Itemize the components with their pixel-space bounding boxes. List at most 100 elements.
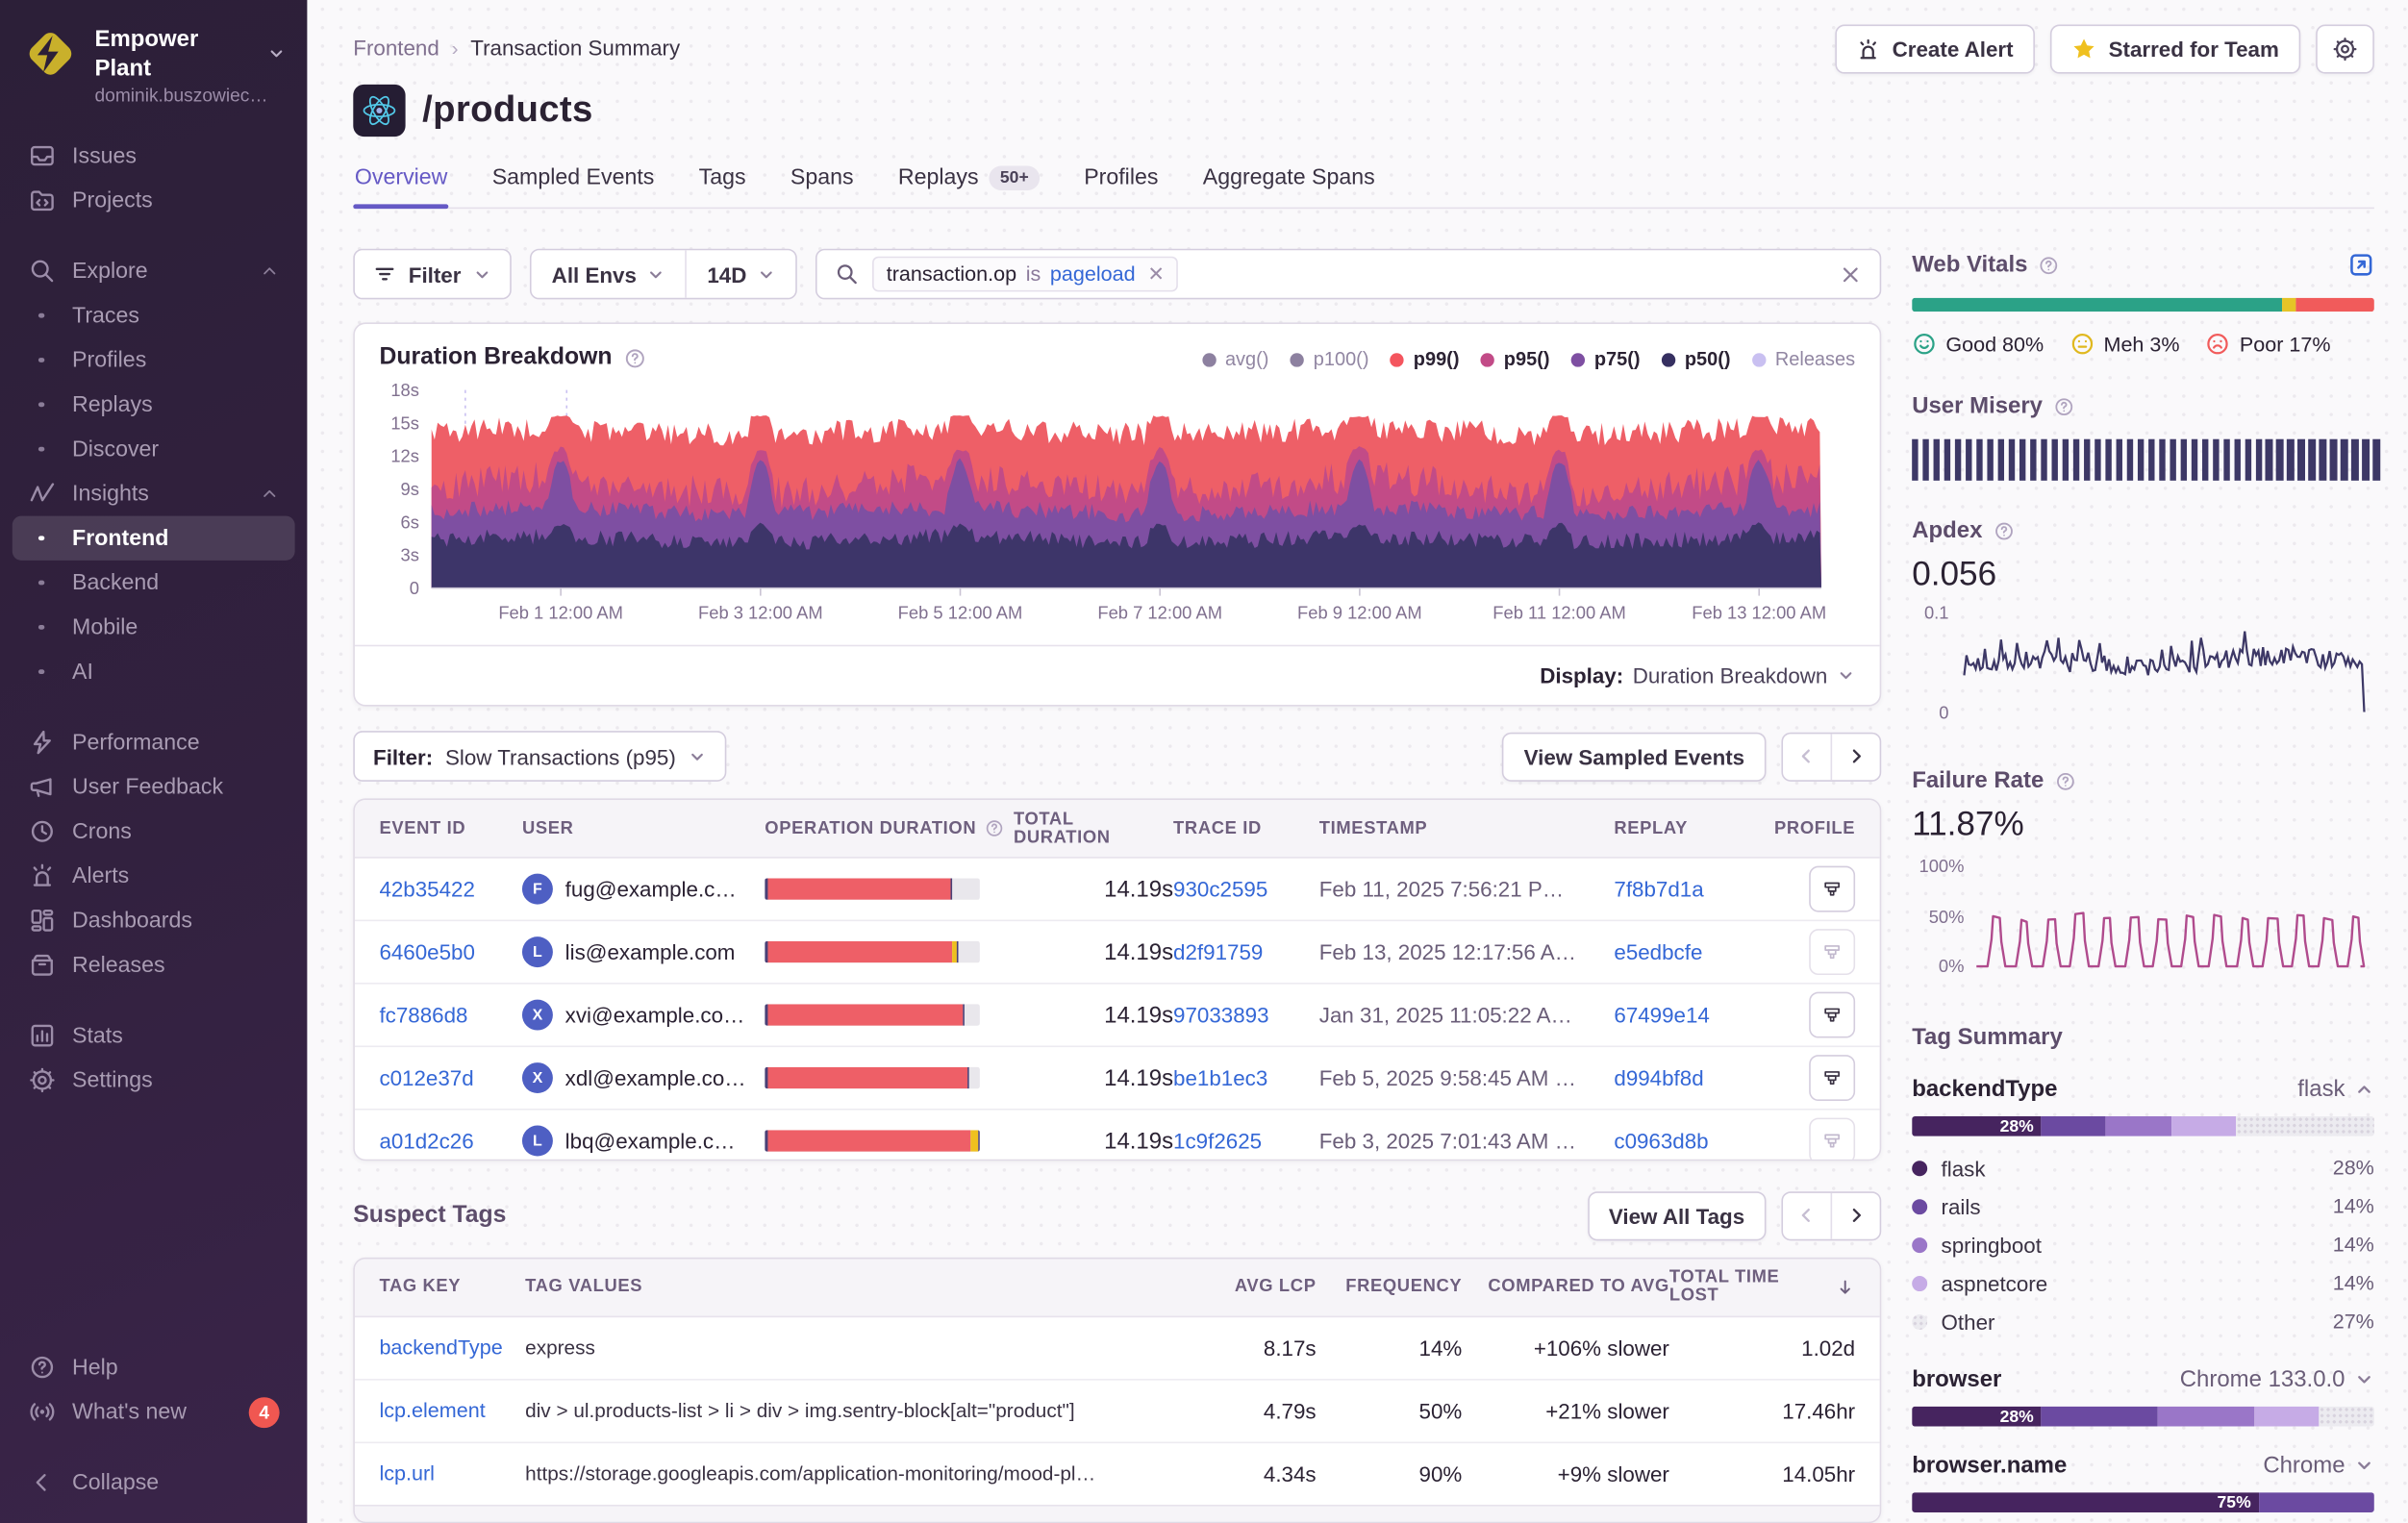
sidebar-item-user-feedback[interactable]: User Feedback [13,764,295,809]
legend-item-avg[interactable]: avg() [1202,349,1268,370]
tab-profiles[interactable]: Profiles [1083,160,1160,208]
column-header-timestamp[interactable]: TIMESTAMP [1319,819,1615,837]
sidebar-item-help[interactable]: Help [13,1345,295,1389]
tag-selected-value[interactable]: flask [2297,1076,2374,1102]
sidebar-item-stats[interactable]: Stats [13,1013,295,1058]
legend-item-p75[interactable]: p75() [1571,349,1641,370]
column-header-tag-values[interactable]: TAG VALUES [525,1278,1186,1296]
sidebar-item-mobile[interactable]: Mobile [13,605,295,649]
sidebar-item-backend[interactable]: Backend [13,561,295,605]
tag-key-link[interactable]: lcp.element [379,1399,525,1422]
org-switcher[interactable]: Empower Plant dominik.buszowiec… [0,21,307,114]
sidebar-item-explore[interactable]: Explore [13,249,295,293]
operation-duration-bar[interactable] [765,1004,980,1025]
legend-item-Releases[interactable]: Releases [1752,349,1855,370]
profile-button[interactable] [1809,1055,1855,1101]
search-input[interactable]: transaction.op is pageload ✕ [815,249,1881,300]
column-header-tag-key[interactable]: TAG KEY [379,1278,525,1296]
column-header-event-id[interactable]: EVENT ID [379,819,522,837]
sidebar-item-crons[interactable]: Crons [13,810,295,854]
sidebar-item-traces[interactable]: Traces [13,293,295,337]
sidebar-item-collapse[interactable]: Collapse [13,1461,295,1505]
help-circle-icon[interactable] [2039,254,2060,275]
operation-duration-bar[interactable] [765,1130,980,1151]
sidebar-item-whats-new[interactable]: What's new4 [13,1389,295,1434]
events-filter-button[interactable]: Filter: Slow Transactions (p95) [353,731,726,782]
breadcrumb-frontend[interactable]: Frontend [353,36,439,61]
column-header-avg-lcp[interactable]: AVG LCP [1235,1278,1317,1296]
tab-overview[interactable]: Overview [353,160,449,208]
column-header-compared-to-avg[interactable]: COMPARED TO AVG [1488,1278,1668,1296]
sidebar-item-ai[interactable]: AI [13,650,295,694]
replay-link[interactable]: 67499e14 [1614,1003,1749,1028]
column-header-trace-id[interactable]: TRACE ID [1173,819,1319,837]
help-circle-icon[interactable] [2055,770,2076,791]
sidebar-item-projects[interactable]: Projects [13,178,295,222]
sidebar-item-replays[interactable]: Replays [13,383,295,427]
profile-button[interactable] [1809,929,1855,975]
column-header-operation-duration[interactable]: OPERATION DURATION [765,818,1014,838]
sidebar-item-profiles[interactable]: Profiles [13,337,295,382]
event-id-link[interactable]: 42b35422 [379,877,522,902]
filter-button[interactable]: Filter [353,249,512,300]
column-header-replay[interactable]: REPLAY [1614,819,1749,837]
search-clear-icon[interactable] [1840,263,1861,285]
tag-legend-row[interactable]: aspnetcore14% [1912,1263,2374,1302]
tag-key-link[interactable]: lcp.url [379,1462,525,1486]
display-selector[interactable]: Duration Breakdown [1633,663,1855,688]
sidebar-item-performance[interactable]: Performance [13,720,295,764]
operation-duration-bar[interactable] [765,878,980,899]
tab-replays[interactable]: Replays50+ [896,160,1041,208]
column-header-user[interactable]: USER [522,819,765,837]
trace-id-link[interactable]: 97033893 [1173,1003,1319,1028]
replay-link[interactable]: 7f8b7d1a [1614,877,1749,902]
trace-id-link[interactable]: d2f91759 [1173,939,1319,964]
legend-item-p95[interactable]: p95() [1481,349,1550,370]
trace-id-link[interactable]: 930c2595 [1173,877,1319,902]
sidebar-item-dashboards[interactable]: Dashboards [13,898,295,942]
environment-selector[interactable]: All Envs [532,250,686,298]
legend-item-p99[interactable]: p99() [1391,349,1460,370]
suspect-prev-page-button[interactable] [1783,1193,1831,1239]
sidebar-item-discover[interactable]: Discover [13,427,295,471]
date-range-selector[interactable]: 14D [686,250,795,298]
trace-id-link[interactable]: 1c9f2625 [1173,1129,1319,1154]
replay-link[interactable]: e5edbcfe [1614,939,1749,964]
tag-key-link[interactable]: backendType [379,1336,525,1360]
tag-distribution-bar[interactable]: 28% [1912,1407,2374,1427]
tab-sampled-events[interactable]: Sampled Events [490,160,656,208]
sidebar-item-releases[interactable]: Releases [13,943,295,987]
profile-button[interactable] [1809,992,1855,1038]
profile-button[interactable] [1809,866,1855,912]
replay-link[interactable]: c0963d8b [1614,1129,1749,1154]
trace-id-link[interactable]: be1b1ec3 [1173,1065,1319,1090]
sidebar-item-settings[interactable]: Settings [13,1058,295,1102]
profile-button[interactable] [1809,1118,1855,1161]
tab-aggregate-spans[interactable]: Aggregate Spans [1201,160,1376,208]
view-all-tags-button[interactable]: View All Tags [1588,1191,1767,1240]
help-circle-icon[interactable] [1994,520,2015,541]
event-id-link[interactable]: fc7886d8 [379,1003,522,1028]
event-id-link[interactable]: 6460e5b0 [379,939,522,964]
operation-duration-bar[interactable] [765,1067,980,1088]
tag-selected-value[interactable]: Chrome [2263,1453,2374,1479]
tag-distribution-bar[interactable]: 75% [1912,1492,2374,1512]
suspect-next-page-button[interactable] [1831,1193,1880,1239]
tag-selected-value[interactable]: Chrome 133.0.0 [2180,1366,2374,1392]
events-prev-page-button[interactable] [1783,734,1831,780]
column-header-profile[interactable]: PROFILE [1774,819,1855,837]
help-circle-icon[interactable] [623,346,646,369]
tab-spans[interactable]: Spans [789,160,855,208]
tag-legend-row[interactable]: springboot14% [1912,1225,2374,1263]
settings-gear-button[interactable] [2316,25,2374,74]
event-id-link[interactable]: c012e37d [379,1065,522,1090]
search-filter-chip[interactable]: transaction.op is pageload ✕ [872,257,1178,292]
create-alert-button[interactable]: Create Alert [1836,25,2035,74]
legend-item-p50[interactable]: p50() [1662,349,1731,370]
view-sampled-events-button[interactable]: View Sampled Events [1502,732,1766,781]
legend-item-p100[interactable]: p100() [1291,349,1369,370]
sidebar-item-insights[interactable]: Insights [13,471,295,515]
starred-for-team-button[interactable]: Starred for Team [2050,25,2300,74]
sidebar-item-issues[interactable]: Issues [13,134,295,178]
tag-legend-row[interactable]: Other27% [1912,1302,2374,1340]
